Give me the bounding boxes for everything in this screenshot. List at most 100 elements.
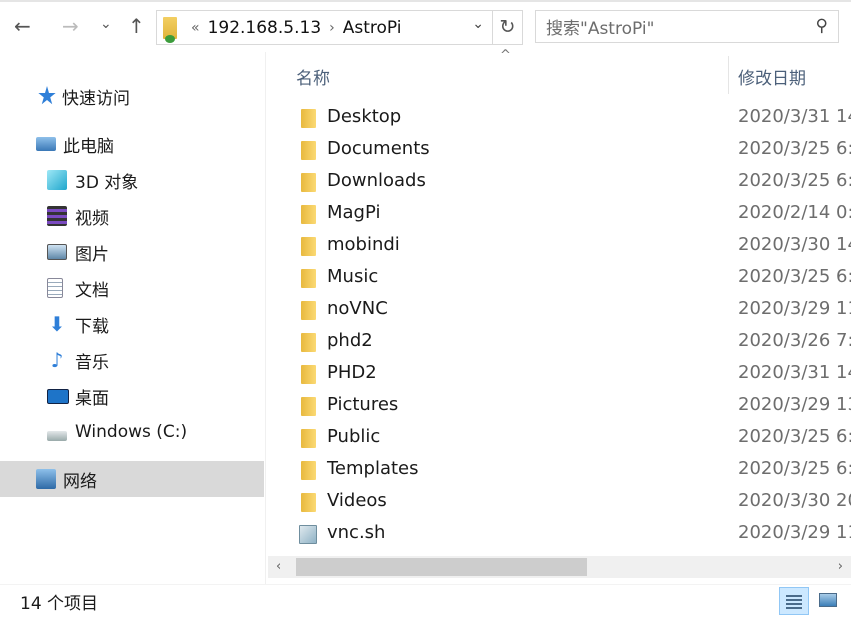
file-row[interactable]: Public 2020/3/25 6:	[268, 423, 851, 453]
sidebar-item-pictures[interactable]: 图片	[47, 234, 109, 270]
file-date-modified: 2020/3/25 6:	[738, 458, 851, 479]
folder-icon	[301, 333, 316, 352]
document-icon	[47, 278, 63, 298]
search-placeholder: 搜索"AstroPi"	[546, 19, 655, 39]
folder-icon	[301, 269, 316, 288]
sidebar-item-windows-c[interactable]: Windows (C:)	[47, 414, 187, 450]
folder-icon	[301, 237, 316, 256]
refresh-button[interactable]: ↻	[492, 11, 522, 44]
network-folder-icon	[163, 16, 177, 43]
scroll-right-button[interactable]: ›	[838, 556, 843, 578]
sidebar-item-network[interactable]: 网络	[0, 461, 264, 497]
network-icon	[36, 469, 56, 489]
file-date-modified: 2020/3/29 11	[738, 298, 851, 319]
large-icons-view-icon	[819, 593, 837, 607]
sidebar-item-3d-objects[interactable]: 3D 对象	[47, 162, 138, 198]
overflow-chevron[interactable]: «	[191, 20, 200, 36]
file-row[interactable]: Videos 2020/3/30 20	[268, 487, 851, 517]
sort-ascending-icon: ^	[500, 48, 511, 63]
file-name: Music	[327, 266, 379, 287]
breadcrumb-host[interactable]: 192.168.5.13	[208, 18, 322, 38]
horizontal-scrollbar[interactable]: ‹ ›	[268, 556, 851, 578]
file-name: mobindi	[327, 234, 400, 255]
music-icon: ♪	[50, 348, 64, 372]
file-row[interactable]: Pictures 2020/3/29 13	[268, 391, 851, 421]
column-header-name[interactable]: 名称	[296, 64, 330, 89]
sidebar-item-desktop[interactable]: 桌面	[47, 378, 109, 414]
file-name: phd2	[327, 330, 373, 351]
file-row[interactable]: MagPi 2020/2/14 0:	[268, 199, 851, 229]
folder-icon	[301, 109, 316, 128]
large-icons-view-button[interactable]	[815, 587, 841, 615]
file-date-modified: 2020/3/31 14	[738, 106, 851, 127]
file-name: noVNC	[327, 298, 388, 319]
recent-locations-button[interactable]: ⌄	[100, 16, 112, 32]
sidebar-item-label: 文档	[75, 280, 109, 301]
drive-icon	[47, 431, 67, 441]
sidebar-item-quick-access[interactable]: 快速访问	[38, 78, 130, 114]
folder-icon	[301, 397, 316, 416]
file-row[interactable]: Music 2020/3/25 6:	[268, 263, 851, 293]
file-row[interactable]: vnc.sh 2020/3/29 11	[268, 519, 851, 549]
sidebar-item-music[interactable]: ♪ 音乐	[47, 342, 109, 378]
file-row[interactable]: mobindi 2020/3/30 14	[268, 231, 851, 261]
picture-icon	[47, 244, 67, 260]
sidebar-item-videos[interactable]: 视频	[47, 198, 109, 234]
column-divider[interactable]	[728, 56, 729, 94]
film-icon	[47, 206, 67, 226]
item-count: 14 个项目	[20, 594, 99, 614]
sidebar-item-label: 下载	[75, 316, 109, 337]
file-date-modified: 2020/3/25 6:	[738, 138, 851, 159]
file-row[interactable]: PHD2 2020/3/31 14	[268, 359, 851, 389]
window-top-border	[0, 0, 851, 2]
file-row[interactable]: Documents 2020/3/25 6:	[268, 135, 851, 165]
file-name: Videos	[327, 490, 387, 511]
breadcrumb-astropi[interactable]: AstroPi	[343, 18, 402, 38]
file-name: PHD2	[327, 362, 377, 383]
address-dropdown-button[interactable]: ⌄	[472, 16, 484, 32]
file-row[interactable]: noVNC 2020/3/29 11	[268, 295, 851, 325]
navigation-pane: 快速访问 此电脑 3D 对象 视频 图片 文档 ⬇ 下载 ♪ 音乐 桌面 Windo…	[0, 52, 266, 584]
details-view-icon	[786, 595, 802, 597]
scroll-left-button[interactable]: ‹	[276, 556, 281, 578]
download-icon: ⬇	[48, 312, 66, 336]
sidebar-item-label: 图片	[75, 244, 109, 265]
computer-icon	[36, 137, 56, 151]
scrollbar-thumb[interactable]	[296, 558, 587, 576]
file-row[interactable]: Templates 2020/3/25 6:	[268, 455, 851, 485]
sidebar-item-downloads[interactable]: ⬇ 下载	[47, 306, 109, 342]
column-header-date-modified[interactable]: 修改日期	[738, 64, 806, 89]
address-bar[interactable]: « 192.168.5.13 › AstroPi ⌄ ↻	[156, 10, 523, 45]
folder-icon	[301, 429, 316, 448]
up-button[interactable]: ↑	[128, 14, 145, 38]
file-row[interactable]: Desktop 2020/3/31 14	[268, 103, 851, 133]
sidebar-item-label: Windows (C:)	[75, 422, 188, 442]
sidebar-item-label: 视频	[75, 208, 109, 229]
sidebar-item-this-pc[interactable]: 此电脑	[36, 126, 114, 162]
file-row[interactable]: phd2 2020/3/26 7:	[268, 327, 851, 357]
file-name: Templates	[327, 458, 419, 479]
file-name: MagPi	[327, 202, 381, 223]
sidebar-item-documents[interactable]: 文档	[47, 270, 109, 306]
star-icon	[38, 86, 56, 105]
sidebar-item-label: 网络	[63, 471, 97, 492]
folder-icon	[301, 365, 316, 384]
column-header: ^ 名称 修改日期	[268, 48, 851, 97]
details-view-button[interactable]	[779, 587, 809, 615]
forward-button[interactable]: →	[62, 14, 79, 38]
file-date-modified: 2020/3/25 6:	[738, 266, 851, 287]
file-date-modified: 2020/3/25 6:	[738, 426, 851, 447]
file-row[interactable]: Downloads 2020/3/25 6:	[268, 167, 851, 197]
search-input[interactable]: 搜索"AstroPi" ⚲	[535, 10, 839, 43]
search-icon[interactable]: ⚲	[816, 16, 828, 36]
back-button[interactable]: ←	[14, 14, 31, 38]
folder-icon	[301, 141, 316, 160]
script-file-icon	[299, 525, 317, 544]
breadcrumb-separator[interactable]: ›	[329, 20, 335, 36]
file-date-modified: 2020/3/31 14	[738, 362, 851, 383]
file-name: Documents	[327, 138, 430, 159]
file-date-modified: 2020/3/29 11	[738, 522, 851, 543]
file-date-modified: 2020/3/29 13	[738, 394, 851, 415]
file-name: Public	[327, 426, 381, 447]
sidebar-item-label: 快速访问	[62, 88, 130, 109]
